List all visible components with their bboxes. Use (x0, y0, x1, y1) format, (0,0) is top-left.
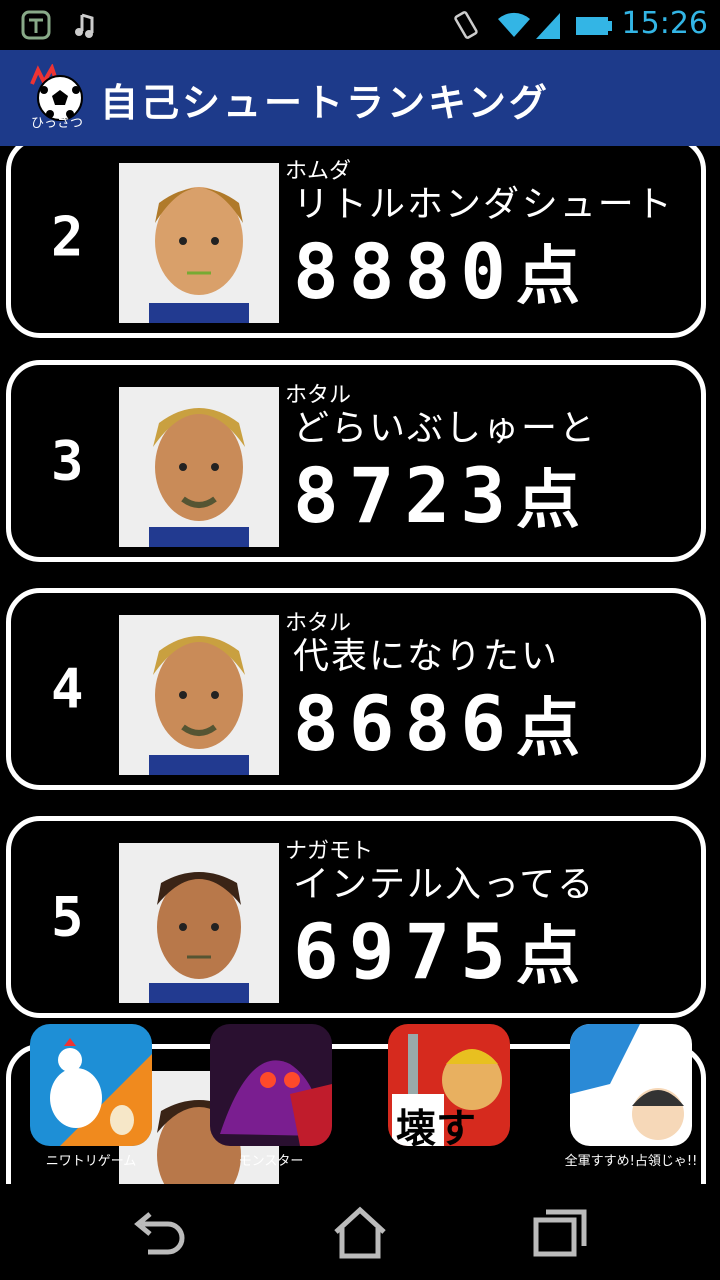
player-photo (119, 387, 279, 547)
battery-icon (576, 17, 612, 35)
shot-name: 代表になりたい (293, 636, 560, 677)
shot-name: インテル入ってる (293, 864, 596, 905)
score-unit: 点 (516, 692, 581, 766)
ranking-card[interactable]: 5 ナガモト インテル入ってる 6975点 (6, 816, 706, 1018)
player-photo (119, 163, 279, 323)
shot-name: どらいぶしゅーと (293, 408, 598, 449)
score: 8686点 (293, 677, 580, 769)
score-unit: 点 (516, 464, 581, 538)
ad-app-icon[interactable] (30, 1024, 152, 1146)
ranking-card[interactable]: 3 ホタル どらいぶしゅーと 8723点 (6, 360, 706, 562)
music-note-icon (75, 13, 94, 38)
ranking-card[interactable]: 4 ホタル 代表になりたい 8686点 (6, 588, 706, 790)
score: 8880点 (293, 225, 580, 317)
back-icon[interactable] (128, 1204, 188, 1260)
shield-icon (21, 10, 51, 40)
ad-label: モンスター (238, 1154, 304, 1169)
wifi-icon (498, 12, 530, 37)
rank-number: 5 (51, 885, 84, 949)
ad-app-icon[interactable]: 壊す (388, 1024, 510, 1146)
rank-number: 4 (51, 657, 84, 721)
score-value: 8686 (293, 679, 517, 768)
logo-caption: ひっさつ (30, 116, 83, 131)
ad-label: ニワトリゲーム (45, 1154, 137, 1169)
ad-label: 全軍すすめ!占領じゃ!! (564, 1154, 698, 1169)
vibrate-icon (454, 11, 478, 39)
ad-banner-row: ニワトリゲーム モンスター 壊す 全軍すすめ!占領じゃ!! (0, 1022, 720, 1172)
player-photo (119, 843, 279, 1003)
rank-number: 3 (51, 429, 84, 493)
score-value: 8880 (293, 227, 517, 316)
navigation-bar (0, 1184, 720, 1280)
score-value: 8723 (293, 451, 517, 540)
ad-app-icon[interactable] (570, 1024, 692, 1146)
score-unit: 点 (516, 240, 581, 314)
app-bar: 自己シュートランキング (0, 50, 720, 146)
status-bar: 15:26 (0, 0, 720, 50)
ad-app-icon[interactable] (210, 1024, 332, 1146)
page-title: 自己シュートランキング (100, 81, 550, 125)
score: 8723点 (293, 449, 580, 541)
score-unit: 点 (516, 920, 581, 994)
shot-name: リトルホンダシュート (293, 184, 674, 225)
player-photo (119, 615, 279, 775)
signal-icon (536, 13, 560, 39)
ranking-card[interactable]: 2 ホムダ リトルホンダシュート 8880点 (6, 146, 706, 338)
ad-icon-text: 壊す (396, 1106, 476, 1146)
recent-apps-icon[interactable] (530, 1204, 590, 1260)
rank-number: 2 (51, 205, 84, 269)
clock: 15:26 (621, 6, 708, 41)
home-icon[interactable] (330, 1204, 390, 1260)
score-value: 6975 (293, 907, 517, 996)
score: 6975点 (293, 905, 580, 997)
